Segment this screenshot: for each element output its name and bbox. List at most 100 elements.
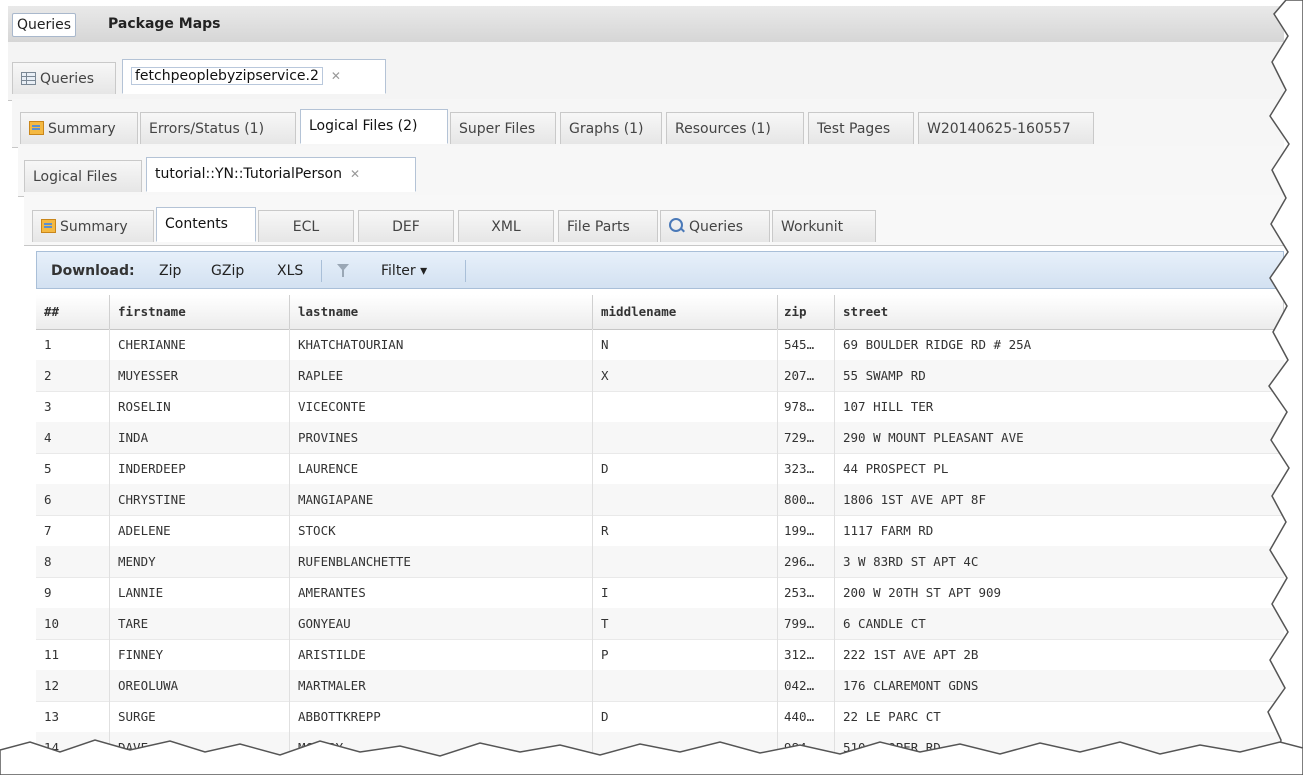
tab-logical-files-list[interactable]: Logical Files bbox=[24, 160, 142, 192]
cell-street: 1117 FARM RD bbox=[843, 523, 934, 538]
table-row[interactable]: 12 OREOLUWA MARTMALER 042… 176 CLAREMONT GDN… bbox=[36, 670, 1284, 702]
tab-detail-queries-label: Queries bbox=[689, 219, 744, 235]
tab-def[interactable]: DEF bbox=[358, 210, 454, 242]
tab-package-maps[interactable]: Package Maps bbox=[104, 13, 225, 35]
table-row[interactable]: 11 FINNEY ARISTILDE P 312… 222 1ST AVE APT 2B bbox=[36, 639, 1284, 671]
cell-street: 1806 1ST AVE APT 8F bbox=[843, 492, 986, 507]
column-header-street[interactable]: street bbox=[835, 295, 1284, 329]
column-header-rownum[interactable]: ## bbox=[36, 295, 110, 329]
zip-button[interactable]: Zip bbox=[159, 261, 181, 281]
cell-street: 510 COOPER RD bbox=[843, 740, 941, 755]
cell-rownum: 13 bbox=[36, 701, 110, 732]
cell-middlename bbox=[593, 422, 778, 453]
contents-grid: ## firstname lastname middlename zip str… bbox=[36, 295, 1284, 775]
cell-firstname: ADELENE bbox=[110, 515, 290, 546]
column-header-lastname[interactable]: lastname bbox=[290, 295, 593, 329]
tab-detail-summary[interactable]: Summary bbox=[32, 210, 154, 242]
tab-file-parts[interactable]: File Parts bbox=[558, 210, 658, 242]
table-row[interactable]: 9 LANNIE AMERANTES I 253… 200 W 20TH ST APT 9… bbox=[36, 577, 1284, 609]
cell-lastname: AMERANTES bbox=[290, 577, 593, 608]
tab-errors-status[interactable]: Errors/Status (1) bbox=[140, 112, 296, 144]
tab-xml[interactable]: XML bbox=[458, 210, 554, 242]
cell-street: 290 W MOUNT PLEASANT AVE bbox=[843, 430, 1024, 445]
tab-detail-queries[interactable]: Queries bbox=[660, 210, 770, 242]
close-icon[interactable]: ✕ bbox=[350, 167, 360, 181]
cell-zip: 199… bbox=[778, 515, 835, 546]
cell-middlename: D bbox=[593, 453, 778, 484]
table-row[interactable]: 1 CHERIANNE KHATCHATOURIAN N 545… 69 BOULDER … bbox=[36, 329, 1284, 361]
table-row[interactable]: 2 MUYESSER RAPLEE X 207… 55 SWAMP RD bbox=[36, 360, 1284, 392]
cell-middlename: P bbox=[593, 639, 778, 670]
table-row[interactable]: 13 SURGE ABBOTTKREPP D 440… 22 LE PARC CT bbox=[36, 701, 1284, 733]
tab-tutorial-person-label: tutorial::YN::TutorialPerson bbox=[155, 166, 342, 182]
table-row[interactable]: 8 MENDY RUFENBLANCHETTE 296… 3 W 83RD ST APT… bbox=[36, 546, 1284, 578]
tab-graphs[interactable]: Graphs (1) bbox=[560, 112, 662, 144]
table-row[interactable]: 7 ADELENE STOCK R 199… 1117 FARM RD bbox=[36, 515, 1284, 547]
table-row[interactable]: 14 DAVE MCJURY 984… 510 COOPER RD bbox=[36, 732, 1284, 764]
column-header-middlename[interactable]: middlename bbox=[593, 295, 778, 329]
filter-button[interactable]: Filter ▾ bbox=[381, 261, 427, 281]
cell-lastname: MCJURY bbox=[290, 732, 593, 763]
tab-super-files[interactable]: Super Files bbox=[450, 112, 556, 144]
cell-rownum: 2 bbox=[36, 360, 110, 391]
close-icon[interactable]: ✕ bbox=[331, 69, 341, 83]
toolbar-divider bbox=[321, 260, 322, 282]
tab-resources[interactable]: Resources (1) bbox=[666, 112, 804, 144]
table-row[interactable]: 3 ROSELIN VICECONTE 978… 107 HILL TER bbox=[36, 391, 1284, 423]
tab-ecl[interactable]: ECL bbox=[258, 210, 354, 242]
cell-middlename: X bbox=[593, 360, 778, 391]
tab-tutorial-person[interactable]: tutorial::YN::TutorialPerson ✕ bbox=[146, 157, 416, 192]
cell-firstname: MUYESSER bbox=[110, 360, 290, 391]
tab-fetchpeople-label: fetchpeoplebyzipservice.2 bbox=[131, 67, 323, 85]
cell-rownum: 3 bbox=[36, 391, 110, 422]
cell-zip: 978… bbox=[778, 391, 835, 422]
cell-middlename: N bbox=[593, 329, 778, 360]
tab-queries[interactable]: Queries bbox=[12, 62, 116, 94]
cell-lastname: VICECONTE bbox=[290, 391, 593, 422]
tab-workunit[interactable]: Workunit bbox=[772, 210, 876, 242]
cell-rownum: 1 bbox=[36, 329, 110, 360]
tab-fetchpeoplebyzipservice[interactable]: fetchpeoplebyzipservice.2 ✕ bbox=[122, 59, 386, 94]
tab-contents[interactable]: Contents bbox=[156, 207, 256, 242]
cell-zip: 729… bbox=[778, 422, 835, 453]
cell-lastname: GONYEAU bbox=[290, 608, 593, 639]
cell-street: 69 BOULDER RIDGE RD # 25A bbox=[843, 337, 1032, 352]
contents-toolbar: Download: Zip GZip XLS Filter ▾ bbox=[36, 251, 1284, 289]
tab-queries-top[interactable]: Queries bbox=[12, 13, 77, 37]
search-icon bbox=[669, 218, 683, 232]
xls-button[interactable]: XLS bbox=[277, 261, 303, 281]
cell-street: 44 PROSPECT PL bbox=[843, 461, 949, 476]
tab-test-pages[interactable]: Test Pages bbox=[808, 112, 914, 144]
tab-logical-files[interactable]: Logical Files (2) bbox=[300, 109, 448, 144]
cell-street: 176 CLAREMONT GDNS bbox=[843, 678, 979, 693]
column-header-zip[interactable]: zip bbox=[778, 295, 835, 329]
cell-street: 55 SWAMP RD bbox=[843, 368, 926, 383]
gzip-button[interactable]: GZip bbox=[211, 261, 244, 281]
cell-lastname: RUFENBLANCHETTE bbox=[290, 546, 593, 577]
tab-workunit-id[interactable]: W20140625-160557 bbox=[918, 112, 1094, 144]
table-row[interactable]: 10 TARE GONYEAU T 799… 6 CANDLE CT bbox=[36, 608, 1284, 640]
tab-summary[interactable]: Summary bbox=[20, 112, 138, 144]
cell-street: 222 1ST AVE APT 2B bbox=[843, 647, 979, 662]
column-header-firstname[interactable]: firstname bbox=[110, 295, 290, 329]
summary-icon bbox=[29, 121, 44, 135]
cell-firstname: TARE bbox=[110, 608, 290, 639]
screenshot: Queries Package Maps Queries fetchpeople… bbox=[0, 0, 1303, 775]
cell-lastname: MANGIAPANE bbox=[290, 484, 593, 515]
cell-middlename bbox=[593, 732, 778, 763]
cell-street: 6 CANDLE CT bbox=[843, 616, 926, 631]
cell-lastname: KHATCHATOURIAN bbox=[290, 329, 593, 360]
table-row[interactable]: 6 CHRYSTINE MANGIAPANE 800… 1806 1ST AVE APT… bbox=[36, 484, 1284, 516]
cell-firstname: INDA bbox=[110, 422, 290, 453]
cell-zip: 799… bbox=[778, 608, 835, 639]
table-row[interactable]: 5 INDERDEEP LAURENCE D 323… 44 PROSPECT PL bbox=[36, 453, 1284, 485]
cell-firstname: ROSELIN bbox=[110, 391, 290, 422]
cell-firstname: DAVE bbox=[110, 732, 290, 763]
download-label: Download: bbox=[51, 263, 135, 279]
cell-firstname: LANNIE bbox=[110, 577, 290, 608]
cell-firstname: INDERDEEP bbox=[110, 453, 290, 484]
table-row[interactable]: 4 INDA PROVINES 729… 290 W MOUNT PLEASANT AV… bbox=[36, 422, 1284, 454]
cell-street: 22 LE PARC CT bbox=[843, 709, 941, 724]
cell-middlename bbox=[593, 391, 778, 422]
cell-rownum: 11 bbox=[36, 639, 110, 670]
